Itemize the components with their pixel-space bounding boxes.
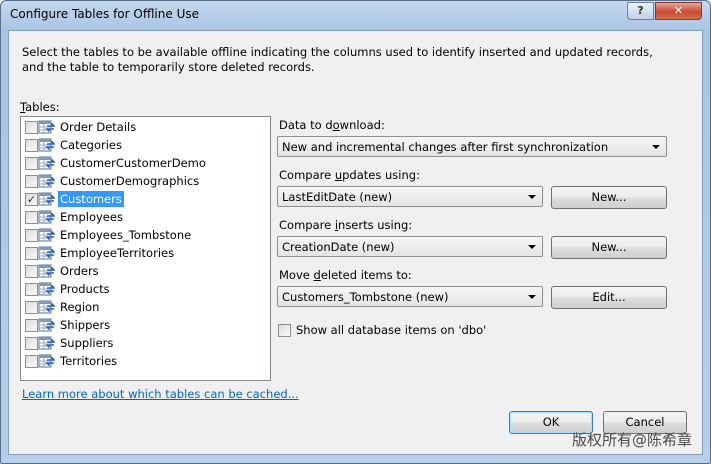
table-checkbox[interactable] xyxy=(25,121,38,134)
table-checkbox[interactable] xyxy=(25,229,38,242)
table-name-label: CustomerDemographics xyxy=(60,174,200,188)
table-checkbox[interactable] xyxy=(25,211,38,224)
window-title: Configure Tables for Offline Use xyxy=(10,7,199,21)
table-name-label: Categories xyxy=(60,138,122,152)
table-list-item[interactable]: Employees xyxy=(25,208,265,226)
sync-table-icon xyxy=(38,174,55,188)
table-list-item[interactable]: Shippers xyxy=(25,316,265,334)
sync-table-icon xyxy=(38,264,55,278)
compare-inserts-label: Compare inserts using: xyxy=(279,218,413,232)
table-checkbox[interactable] xyxy=(25,337,38,350)
help-button[interactable]: ? xyxy=(627,2,654,20)
table-name-label: Orders xyxy=(60,264,99,278)
table-list-item[interactable]: Territories xyxy=(25,352,265,370)
sync-table-icon xyxy=(38,282,55,296)
table-name-label: Customers xyxy=(58,191,124,207)
table-checkbox[interactable] xyxy=(25,157,38,170)
chevron-down-icon xyxy=(528,245,536,249)
table-list-item[interactable]: Order Details xyxy=(25,118,265,136)
table-name-label: Shippers xyxy=(60,318,111,332)
sync-table-icon xyxy=(38,210,55,224)
close-button[interactable]: ✕ xyxy=(655,2,702,20)
dialog-window: Configure Tables for Offline Use ? ✕ Sel… xyxy=(0,0,711,464)
table-list-item[interactable]: Orders xyxy=(25,262,265,280)
table-list-item[interactable]: EmployeeTerritories xyxy=(25,244,265,262)
sync-table-icon xyxy=(38,354,55,368)
chevron-down-icon xyxy=(528,195,536,199)
data-to-download-label: Data to download: xyxy=(279,118,385,132)
sync-table-icon xyxy=(38,246,55,260)
table-name-label: CustomerCustomerDemo xyxy=(60,156,206,170)
table-name-label: EmployeeTerritories xyxy=(60,246,175,260)
table-checkbox[interactable] xyxy=(25,175,38,188)
table-checkbox[interactable] xyxy=(25,301,38,314)
tables-label: Tables: xyxy=(20,100,60,114)
table-list-item[interactable]: Products xyxy=(25,280,265,298)
table-list-item[interactable]: Region xyxy=(25,298,265,316)
description-text: Select the tables to be available offlin… xyxy=(22,45,653,74)
compare-updates-value: LastEditDate (new) xyxy=(282,190,393,204)
move-deleted-combo[interactable]: Customers_Tombstone (new) xyxy=(277,286,543,307)
new-update-column-label: New... xyxy=(591,190,627,204)
show-all-checkbox[interactable] xyxy=(278,324,291,337)
watermark-text: 版权所有@陈希章 xyxy=(571,431,692,449)
table-checkbox[interactable] xyxy=(25,265,38,278)
table-checkbox[interactable] xyxy=(25,283,38,296)
table-name-label: Employees_Tombstone xyxy=(60,228,192,242)
table-name-label: Suppliers xyxy=(60,336,114,350)
table-list-item[interactable]: Employees_Tombstone xyxy=(25,226,265,244)
table-checkbox[interactable] xyxy=(25,319,38,332)
sync-table-icon xyxy=(38,300,55,314)
table-checkbox[interactable]: ✓ xyxy=(25,193,38,206)
tables-listbox[interactable]: Order Details Categories CustomerCustomerD… xyxy=(20,116,271,381)
show-all-label[interactable]: Show all database items on 'dbo' xyxy=(296,323,486,337)
table-list-item[interactable]: Categories xyxy=(25,136,265,154)
table-list-item[interactable]: CustomerDemographics xyxy=(25,172,265,190)
sync-table-icon xyxy=(38,336,55,350)
cancel-label: Cancel xyxy=(625,415,665,429)
data-to-download-value: New and incremental changes after first … xyxy=(282,140,609,154)
table-checkbox[interactable] xyxy=(25,355,38,368)
edit-tombstone-label: Edit... xyxy=(592,290,626,304)
dialog-client-area: Select the tables to be available offlin… xyxy=(8,30,703,455)
edit-tombstone-button[interactable]: Edit... xyxy=(551,286,667,309)
sync-table-icon xyxy=(38,192,55,206)
sync-table-icon xyxy=(38,228,55,242)
compare-inserts-combo[interactable]: CreationDate (new) xyxy=(277,236,543,257)
table-checkbox[interactable] xyxy=(25,247,38,260)
learn-more-link[interactable]: Learn more about which tables can be cac… xyxy=(22,387,299,401)
ok-label: OK xyxy=(542,415,560,429)
chevron-down-icon xyxy=(528,295,536,299)
table-name-label: Territories xyxy=(60,354,118,368)
move-deleted-value: Customers_Tombstone (new) xyxy=(282,290,449,304)
table-name-label: Products xyxy=(60,282,110,296)
move-deleted-label: Move deleted items to: xyxy=(279,268,412,282)
table-checkbox[interactable] xyxy=(25,139,38,152)
data-to-download-combo[interactable]: New and incremental changes after first … xyxy=(277,136,667,157)
compare-updates-combo[interactable]: LastEditDate (new) xyxy=(277,186,543,207)
compare-inserts-value: CreationDate (new) xyxy=(282,240,395,254)
new-insert-column-button[interactable]: New... xyxy=(551,236,667,259)
table-list-item[interactable]: CustomerCustomerDemo xyxy=(25,154,265,172)
title-bar[interactable]: Configure Tables for Offline Use ? ✕ xyxy=(1,1,710,29)
compare-updates-label: Compare updates using: xyxy=(279,168,420,182)
sync-table-icon xyxy=(38,318,55,332)
table-name-label: Order Details xyxy=(60,120,137,134)
table-list-item[interactable]: Suppliers xyxy=(25,334,265,352)
sync-table-icon xyxy=(38,156,55,170)
new-insert-column-label: New... xyxy=(591,240,627,254)
table-name-label: Employees xyxy=(60,210,123,224)
sync-table-icon xyxy=(38,120,55,134)
chevron-down-icon xyxy=(652,145,660,149)
new-update-column-button[interactable]: New... xyxy=(551,186,667,209)
table-list-item[interactable]: ✓ Customers xyxy=(25,190,265,208)
table-name-label: Region xyxy=(60,300,100,314)
sync-table-icon xyxy=(38,138,55,152)
